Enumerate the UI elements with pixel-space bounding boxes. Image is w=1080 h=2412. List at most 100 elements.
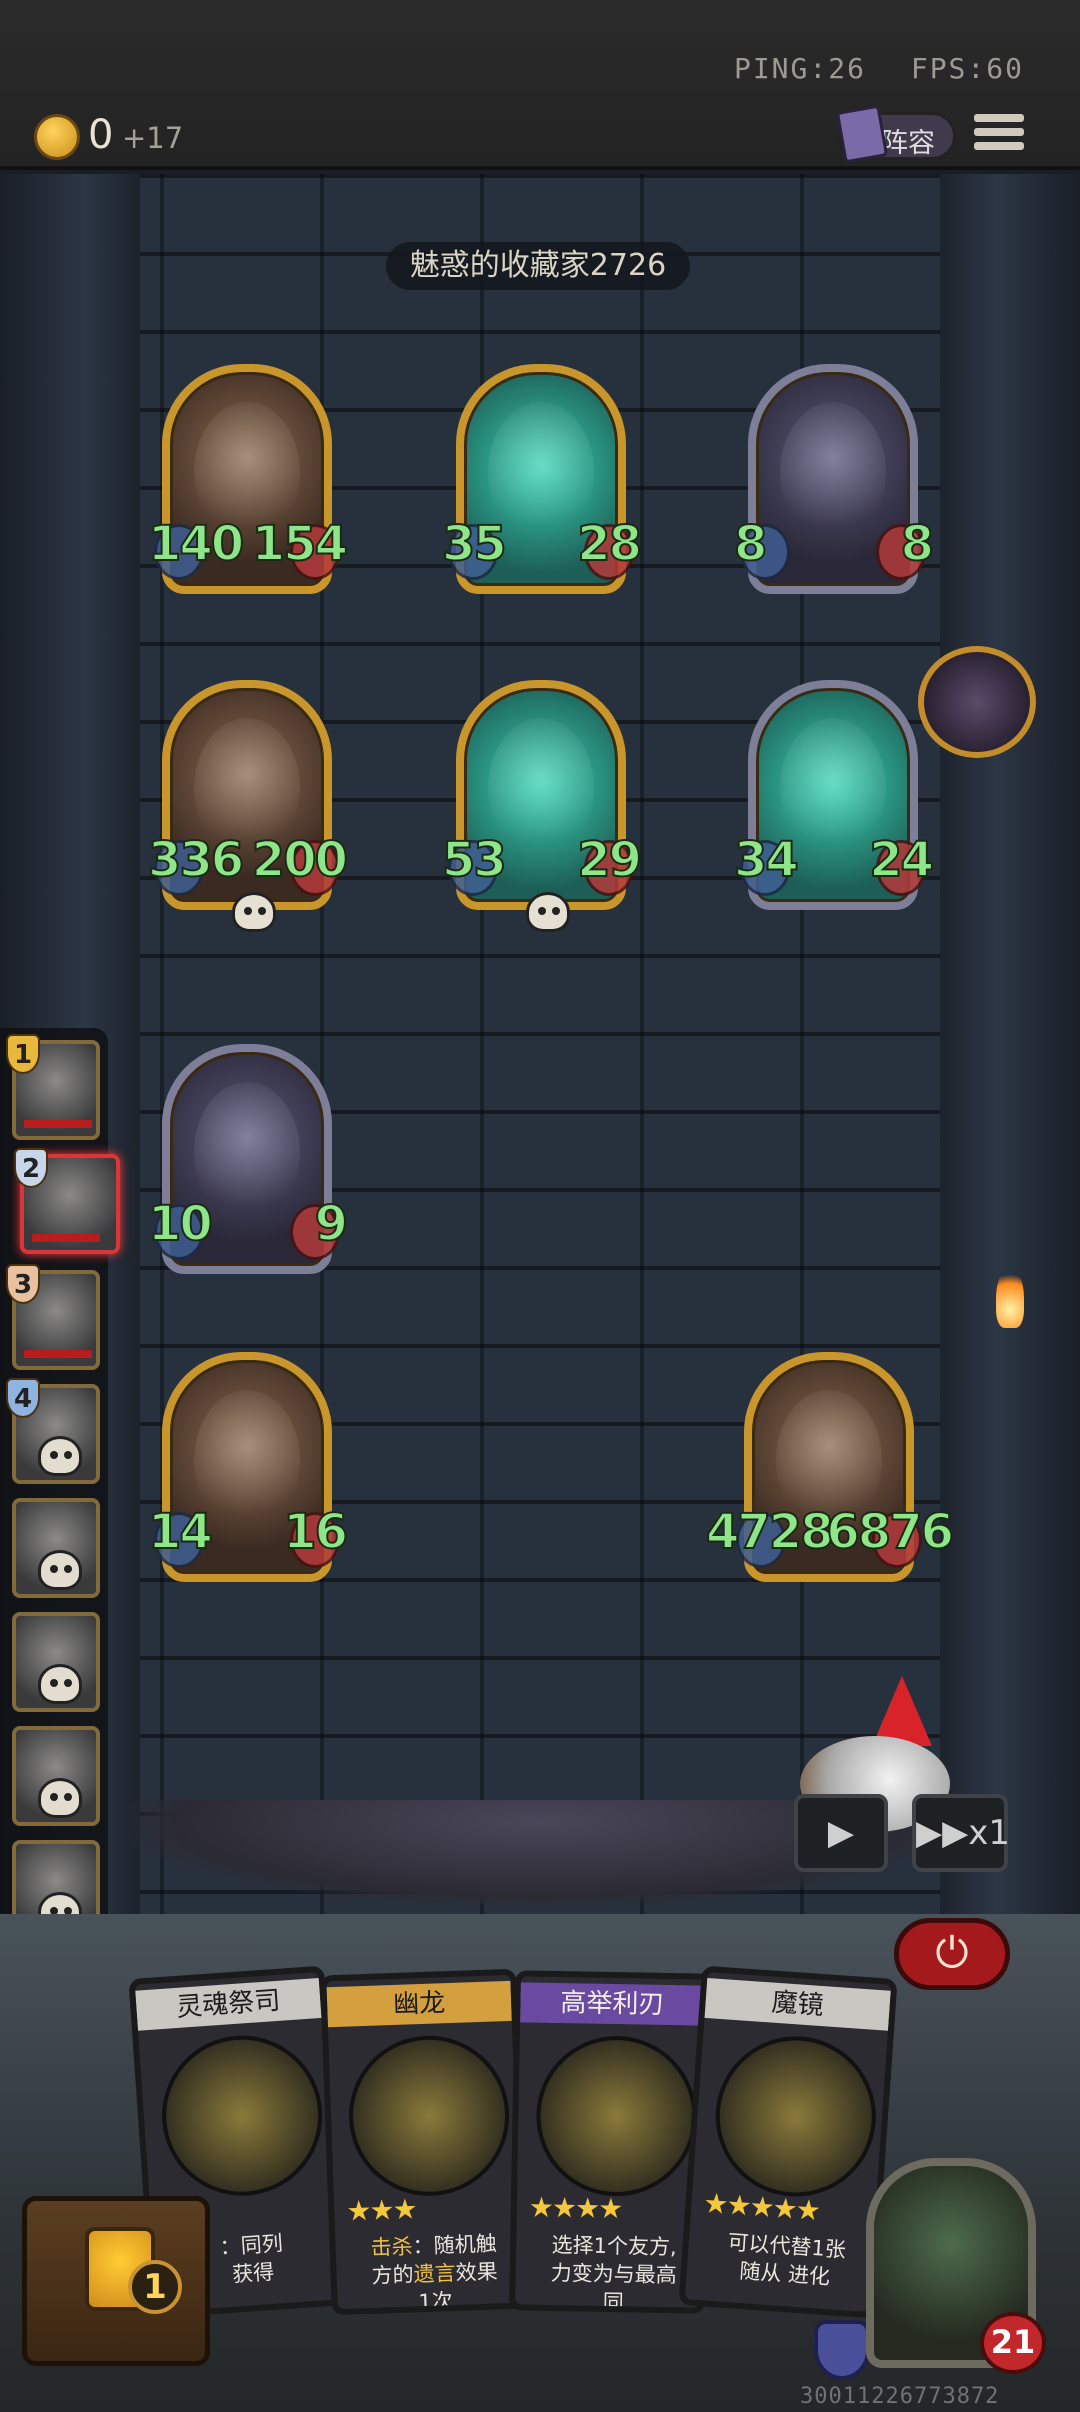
unit-attack: 10 (147, 1195, 214, 1253)
queue-slot[interactable] (12, 1498, 100, 1598)
power-button[interactable]: ⏻ (894, 1918, 1010, 1990)
star-rating-icon: ★★★★★ (702, 2186, 820, 2228)
menu-icon (974, 114, 1024, 122)
star-rating-icon: ★★★ (345, 2192, 417, 2228)
gold-amount: 0 (88, 112, 114, 158)
shield-icon[interactable] (814, 2320, 870, 2380)
player-health: 21 (980, 2312, 1046, 2374)
card-keyword: 击杀 (370, 2234, 414, 2260)
play-button[interactable]: ▶ (794, 1794, 888, 1872)
card-portrait (710, 2031, 882, 2202)
unit-attack: 53 (441, 831, 508, 889)
card-desc-line: 1次 (417, 2289, 454, 2315)
player-unit[interactable]: 14 16 (147, 1352, 349, 1582)
hand-card[interactable]: 幽龙 ★★★ 击杀：随机触 方的遗言效果 1次 (320, 1968, 528, 2316)
serial-number: 30011226773872 (800, 2384, 1000, 2409)
shop-chest-button[interactable] (22, 2196, 210, 2366)
card-desc-line: 随从 进化 (738, 2258, 831, 2290)
card-name: 高举利刃 (520, 1982, 705, 2026)
queue-health-bar (24, 1350, 92, 1358)
top-bar: PING:26 FPS:60 0 +17 阵容 (0, 0, 1080, 170)
menu-icon-line (974, 128, 1024, 136)
skull-icon (38, 1778, 82, 1818)
player-unit[interactable]: 10 9 (147, 1044, 349, 1274)
unit-health: 9 (314, 1195, 349, 1253)
queue-rank: 3 (6, 1264, 40, 1304)
card-portrait (156, 2030, 328, 2202)
unit-health: 200 (251, 831, 349, 889)
card-desc-line: 效果 (455, 2259, 498, 2285)
card-name: 灵魂祭司 (135, 1977, 322, 2031)
queue-slot-current[interactable]: 2 (14, 1148, 120, 1254)
enemy-unit[interactable]: 8 8 (733, 364, 935, 594)
card-desc-line: 方的 (371, 2262, 415, 2288)
player-unit[interactable]: 4728 6876 (705, 1352, 955, 1582)
fps-readout: FPS:60 (910, 52, 1024, 85)
card-desc-line: 可以代替1张 (726, 2230, 847, 2263)
unit-portrait (780, 402, 886, 542)
enemy-unit[interactable]: 336 200 (147, 680, 349, 932)
unit-attack: 4728 (705, 1503, 835, 1561)
hand-card[interactable]: 魔镜 ★★★★★ 可以代替1张 随从 进化 (678, 1965, 898, 2319)
queue-rank: 2 (14, 1148, 48, 1188)
card-desc-line: ：随机触 (412, 2231, 498, 2259)
queue-rank: 4 (6, 1378, 40, 1418)
ping-readout: PING:26 (733, 52, 866, 85)
card-description: 选择1个友方, 力变为与最高 同 (525, 2231, 702, 2314)
card-portrait (346, 2033, 512, 2199)
queue-slot[interactable]: 1 (6, 1034, 100, 1140)
unit-attack: 140 (147, 515, 245, 573)
card-keyword: 遗言 (413, 2260, 457, 2287)
speed-button[interactable]: ▶▶x1 (912, 1794, 1010, 1872)
skull-icon (38, 1550, 82, 1590)
card-name: 幽龙 (326, 1980, 512, 2028)
queue-slot[interactable] (12, 1726, 100, 1826)
card-desc-line: 选择1个友方, (551, 2232, 677, 2260)
gold-coin-icon (34, 114, 80, 160)
star-rating-icon: ★★★★ (528, 2190, 622, 2226)
pocket-watch-icon (918, 646, 1036, 758)
menu-button[interactable] (974, 114, 1024, 158)
card-portrait (535, 2034, 698, 2198)
enemy-unit[interactable]: 140 154 (147, 364, 349, 594)
unit-attack: 8 (733, 515, 768, 573)
skull-icon (232, 892, 276, 932)
card-desc-line: 同 (602, 2289, 624, 2314)
network-status: PING:26 FPS:60 (708, 52, 1024, 85)
card-description: 击杀：随机触 方的遗言效果 1次 (345, 2229, 524, 2316)
gold-income: +17 (122, 121, 184, 155)
queue-slot[interactable]: 4 (6, 1378, 100, 1484)
card-name: 魔镜 (704, 1977, 891, 2031)
card-description: 可以代替1张 随从 进化 (696, 2226, 875, 2294)
enemy-unit[interactable]: 35 28 (441, 364, 643, 594)
enemy-unit[interactable]: 53 29 (441, 680, 643, 932)
unit-health: 154 (251, 515, 349, 573)
unit-health: 29 (576, 831, 643, 889)
right-pillar (940, 174, 1080, 1914)
opponent-name: 魅惑的收藏家2726 (386, 242, 690, 290)
menu-icon-line (974, 142, 1024, 150)
unit-health: 16 (282, 1503, 349, 1561)
queue-rank: 1 (6, 1034, 40, 1074)
shop-tier: 1 (128, 2260, 182, 2314)
enemy-unit[interactable]: 34 24 (733, 680, 935, 910)
card-desc-line: 力变为与最高 (550, 2260, 677, 2288)
opponent-queue: 1 2 3 4 (0, 1028, 120, 1954)
unit-health: 24 (868, 831, 935, 889)
skull-icon (38, 1664, 82, 1704)
queue-slot[interactable]: 3 (6, 1264, 100, 1370)
unit-attack: 34 (733, 831, 800, 889)
unit-attack: 14 (147, 1503, 214, 1561)
unit-health: 6876 (825, 1503, 955, 1561)
card-desc-line: 获得 (231, 2259, 275, 2287)
unit-attack: 336 (147, 831, 245, 889)
queue-health-bar (32, 1234, 100, 1242)
card-desc-line: ：同列 (218, 2231, 284, 2260)
lineup-book-icon (835, 104, 889, 164)
unit-health: 28 (576, 515, 643, 573)
skull-icon (38, 1436, 82, 1476)
queue-health-bar (24, 1120, 92, 1128)
unit-health: 8 (900, 515, 935, 573)
queue-slot[interactable] (12, 1612, 100, 1712)
unit-attack: 35 (441, 515, 508, 573)
